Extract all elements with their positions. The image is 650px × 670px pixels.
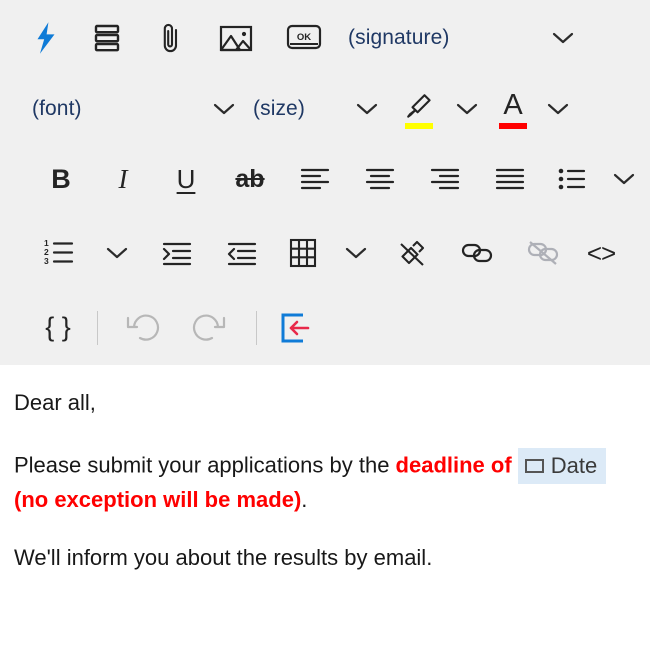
unlink-icon[interactable]	[510, 231, 576, 275]
increase-indent-icon[interactable]	[144, 231, 209, 275]
signature-label: (signature)	[348, 26, 450, 49]
stacked-blocks-icon[interactable]	[74, 16, 140, 60]
toolbar-separator-2	[244, 306, 268, 350]
table-icon[interactable]	[274, 231, 332, 275]
link-icon[interactable]	[444, 231, 510, 275]
toolbar-separator-1	[86, 306, 108, 350]
toolbar-row-font: (font) (size) A	[0, 76, 650, 142]
no-exception-text: (no exception will be made)	[14, 487, 302, 513]
greeting-paragraph: Dear all,	[14, 387, 636, 418]
highlight-glyph	[399, 87, 439, 131]
align-justify-icon[interactable]	[477, 157, 542, 201]
numbered-list-chevron-down-icon[interactable]	[90, 231, 144, 275]
deadline-suffix-text: .	[301, 487, 308, 513]
list-chevron-down-icon[interactable]	[602, 157, 646, 201]
deadline-paragraph: Please submit your applications by the d…	[14, 448, 636, 515]
undo-icon[interactable]	[108, 306, 176, 350]
signature-chevron-down-icon[interactable]	[540, 16, 586, 60]
paperclip-icon[interactable]	[140, 16, 202, 60]
underline-icon[interactable]: U	[154, 157, 218, 201]
font-color-chevron-down-icon[interactable]	[535, 87, 581, 131]
editor-toolbar: OK (signature) (font) (size) A B I U ab …	[0, 0, 650, 365]
picture-glyph	[219, 23, 253, 53]
align-right-icon[interactable]	[412, 157, 477, 201]
toolbar-row-lists: 123 <>	[0, 216, 650, 290]
underline-glyph: U	[176, 164, 196, 194]
email-body[interactable]: Dear all, Please submit your application…	[0, 365, 650, 573]
font-color-glyph: A	[495, 87, 531, 131]
align-left-icon[interactable]	[282, 157, 347, 201]
stacked-blocks-glyph	[93, 23, 121, 53]
deadline-emphasis-text: deadline of	[395, 452, 512, 478]
font-family-dropdown[interactable]: (font)	[32, 87, 202, 131]
highlight-chevron-down-icon[interactable]	[443, 87, 491, 131]
align-center-icon[interactable]	[347, 157, 412, 201]
paperclip-glyph	[158, 21, 184, 55]
bold-glyph: B	[51, 163, 71, 194]
svg-text:3: 3	[44, 256, 49, 266]
font-label: (font)	[32, 97, 82, 120]
picture-icon[interactable]	[202, 16, 270, 60]
date-field-icon	[524, 458, 544, 473]
italic-icon[interactable]: I	[92, 157, 154, 201]
lightning-bolt-icon[interactable]	[18, 16, 74, 60]
greeting-text: Dear all,	[14, 390, 96, 415]
closing-paragraph: We'll inform you about the results by em…	[14, 542, 636, 573]
strikethrough-glyph: ab	[235, 164, 265, 193]
decrease-indent-icon[interactable]	[209, 231, 274, 275]
signature-dropdown[interactable]: (signature)	[338, 16, 540, 60]
redo-icon[interactable]	[176, 306, 244, 350]
deadline-prefix-text: Please submit your applications by the	[14, 452, 396, 478]
insert-placeholder-icon[interactable]	[268, 306, 322, 350]
lightning-bolt-glyph	[31, 21, 61, 55]
toolbar-row-insert: OK (signature)	[0, 0, 650, 76]
highlight-icon[interactable]	[395, 87, 443, 131]
braces-icon[interactable]: { }	[30, 306, 86, 350]
ok-key-icon[interactable]: OK	[270, 16, 338, 60]
ok-key-glyph: OK	[286, 23, 322, 53]
font-color-icon[interactable]: A	[491, 87, 535, 131]
numbered-list-icon[interactable]: 123	[28, 231, 90, 275]
table-chevron-down-icon[interactable]	[332, 231, 380, 275]
font-chevron-down-icon[interactable]	[202, 87, 246, 131]
code-icon[interactable]: <>	[576, 231, 626, 275]
italic-glyph: I	[118, 163, 128, 194]
clear-formatting-icon[interactable]	[380, 231, 444, 275]
font-size-dropdown[interactable]: (size)	[246, 87, 339, 131]
bold-icon[interactable]: B	[30, 157, 92, 201]
date-field-chip[interactable]: Date	[517, 448, 607, 485]
bulleted-list-icon[interactable]	[542, 157, 602, 201]
size-label: (size)	[253, 97, 305, 120]
toolbar-row-history: { }	[0, 290, 650, 365]
braces-glyph: { }	[45, 312, 71, 342]
strikethrough-icon[interactable]: ab	[218, 157, 282, 201]
size-chevron-down-icon[interactable]	[339, 87, 395, 131]
code-glyph: <>	[586, 238, 616, 268]
date-field-label: Date	[550, 453, 598, 479]
svg-text:OK: OK	[297, 32, 311, 43]
toolbar-row-format: B I U ab	[0, 142, 650, 216]
closing-text: We'll inform you about the results by em…	[14, 544, 433, 570]
